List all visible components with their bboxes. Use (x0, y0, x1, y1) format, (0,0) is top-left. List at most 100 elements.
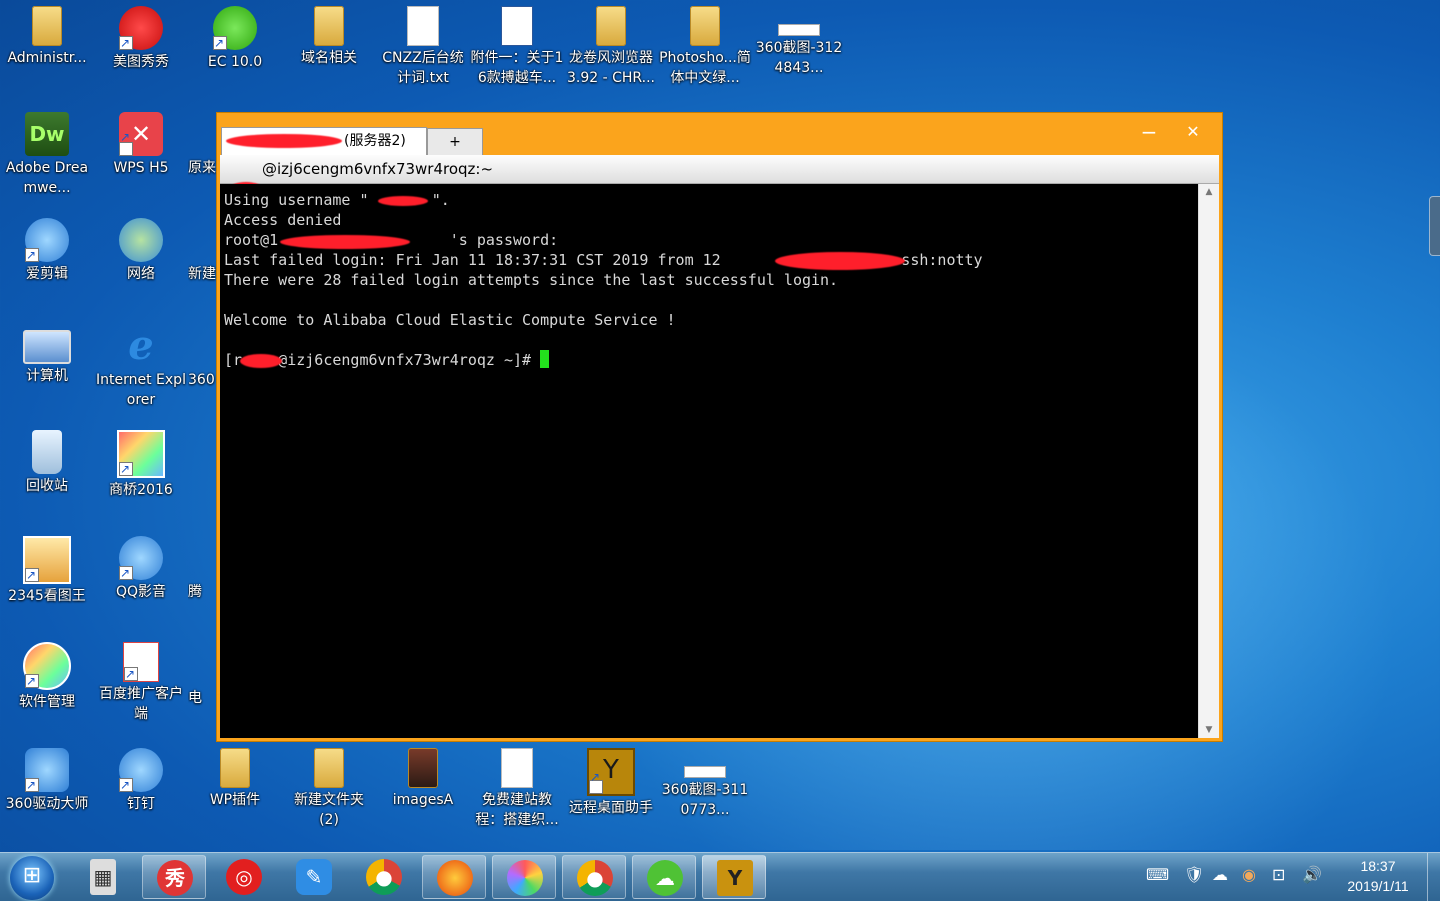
2345-viewer-icon (23, 536, 71, 585)
wechat-icon: ☁ (647, 860, 683, 896)
desktop-icon-network[interactable]: 网络 (94, 212, 188, 284)
terminal-scrollbar[interactable]: ▲ ▼ (1198, 184, 1219, 738)
start-button[interactable]: ⊞ (10, 856, 54, 900)
desktop-icon-new-folder-2[interactable]: 新建文件夹 (2) (282, 742, 376, 830)
desktop-icon-label: 爱剪辑 (26, 266, 68, 282)
desktop-icon-tutorial-video[interactable]: 免费建站教程：搭建织... (470, 742, 564, 830)
window-titlebar[interactable]: (服务器2) + − ✕ (217, 113, 1222, 155)
redaction-mark (378, 196, 428, 206)
tab-label: (服务器2) (344, 133, 406, 149)
desktop-icon-recycle-bin[interactable]: 回收站 (0, 424, 94, 496)
desktop-icon-administrator[interactable]: Administr... (0, 0, 94, 68)
desktop-icon-internet-explorer[interactable]: e Internet Explorer (94, 318, 188, 410)
partial-icon (188, 642, 218, 686)
desktop-icon-partial-2[interactable]: 新建 (188, 212, 218, 284)
show-desktop-button[interactable] (1427, 853, 1440, 901)
terminal-line: There were 28 failed login attempts sinc… (224, 271, 839, 289)
taskbar-photos[interactable] (492, 855, 556, 899)
desktop-icon-driver-master[interactable]: 360驱动大师 (0, 742, 94, 814)
desktop-icon-label: 360截图-3110773... (661, 782, 749, 818)
desktop-icon-imagesa[interactable]: imagesA (376, 742, 470, 810)
tab-server-2[interactable]: (服务器2) (221, 127, 427, 155)
photos-icon (507, 860, 543, 896)
desktop-icon-label: 免费建站教程：搭建织... (475, 792, 559, 828)
taskbar-chrome-2[interactable]: ● (562, 855, 626, 899)
desktop-icon-partial-4[interactable]: 腾 (188, 530, 218, 602)
scroll-down-icon[interactable]: ▼ (1199, 722, 1219, 738)
taskbar-firefox[interactable] (422, 855, 486, 899)
minimize-button[interactable]: − (1129, 119, 1169, 145)
terminal-prompt-line[interactable]: [r @izj6cengm6vnfx73wr4roqz ~]# (224, 350, 1199, 370)
screenshot-icon (778, 24, 820, 36)
plus-icon: + (449, 134, 461, 150)
wps-h5-icon: ✕ (119, 112, 163, 159)
taskbar-netease-music[interactable]: ◎ (212, 855, 276, 899)
desktop-icon-shangqiao[interactable]: 商桥2016 (94, 424, 188, 500)
netease-music-icon: ◎ (226, 859, 262, 895)
desktop-icon-qq-player[interactable]: QQ影音 (94, 530, 188, 602)
dreamweaver-icon: Dw (25, 112, 69, 156)
desktop-icon-computer[interactable]: 计算机 (0, 318, 94, 386)
shield-icon[interactable]: 🛡 (1184, 865, 1204, 884)
desktop-icon-dingtalk[interactable]: 钉钉 (94, 742, 188, 814)
taskbar-wechat[interactable]: ☁ (632, 855, 696, 899)
desktop-icon-remote-desktop[interactable]: Y 远程桌面助手 (564, 742, 658, 818)
chrome-icon: ● (577, 860, 613, 896)
scroll-up-icon[interactable]: ▲ (1199, 184, 1219, 200)
desktop-icon-partial-5[interactable]: 电 (188, 636, 218, 708)
desktop-icon-360-screenshot-1[interactable]: 360截图-3124843... (752, 0, 846, 78)
taskbar-calculator[interactable]: ▦ (72, 855, 136, 899)
keyboard-icon[interactable]: ⌨ (1146, 865, 1169, 884)
desktop-icon-wps-h5[interactable]: ✕ WPS H5 (94, 106, 188, 178)
desktop-icon-photoshop-folder[interactable]: Photosho...简体中文绿... (658, 0, 752, 88)
desktop-icon-cnzz-txt[interactable]: CNZZ后台统计词.txt (376, 0, 470, 88)
taskbar-chrome-1[interactable]: ● (352, 855, 416, 899)
taskbar-notes[interactable]: ✎ (282, 855, 346, 899)
partial-icon (188, 324, 218, 368)
desktop-icon-label: WPS H5 (113, 160, 169, 176)
desktop-icon-label: CNZZ后台统计词.txt (382, 50, 464, 86)
desktop-icon-label: 360 (188, 372, 215, 388)
desktop-icon-ec[interactable]: EC 10.0 (188, 0, 282, 72)
network-icon (119, 218, 163, 262)
floating-widget[interactable] (1429, 196, 1440, 256)
desktop-icon-2345-viewer[interactable]: 2345看图王 (0, 530, 94, 606)
redaction-mark (775, 252, 905, 270)
desktop-icon-partial-1[interactable]: 原来 (188, 106, 218, 178)
desktop-icon-360-screenshot-2[interactable]: 360截图-3110773... (658, 742, 752, 820)
wechat-tray-icon[interactable]: ☁ (1212, 865, 1228, 884)
desktop-icon-domain-folder[interactable]: 域名相关 (282, 0, 376, 68)
terminal-line: Access denied (224, 211, 342, 229)
desktop-icon-meitu[interactable]: 美图秀秀 (94, 0, 188, 72)
desktop-icon-aijianji[interactable]: 爱剪辑 (0, 212, 94, 284)
taskbar-meitu[interactable]: 秀 (142, 855, 206, 899)
desktop-icon-label: imagesA (392, 792, 454, 808)
volume-icon[interactable]: 🔊 (1302, 865, 1322, 884)
computer-icon (23, 330, 71, 364)
meitu-icon (119, 6, 163, 53)
desktop-icon-tornado-browser[interactable]: 龙卷风浏览器3.92 - CHR... (564, 0, 658, 88)
folder-icon (408, 748, 438, 788)
close-button[interactable]: ✕ (1173, 119, 1213, 145)
desktop-icon-label: 网络 (127, 266, 155, 282)
desktop-icon-software-manager[interactable]: 软件管理 (0, 636, 94, 712)
word-doc-icon (501, 6, 533, 46)
system-clock[interactable]: 18:37 2019/1/11 (1328, 856, 1428, 896)
desktop-icon-attachment-doc[interactable]: 附件一：关于16款搏越车... (470, 0, 564, 88)
desktop-icon-label: 新建 (188, 266, 216, 282)
software-manager-icon (23, 642, 71, 691)
desktop-icon-baidu-promo[interactable]: 百度推广客户端 (94, 636, 188, 724)
desktop-icon-wp-plugin[interactable]: WP插件 (188, 742, 282, 810)
ssh-client-window: (服务器2) + − ✕ @izj6cengm6vnfx73wr4roqz:~ … (216, 112, 1223, 742)
network-tray-icon[interactable]: ⊡ (1272, 865, 1285, 884)
desktop-icon-partial-3[interactable]: 360 (188, 318, 218, 390)
taskbar-remote-desktop[interactable]: Y (702, 855, 766, 899)
desktop-icon-label: WP插件 (209, 792, 261, 808)
redaction-mark (280, 235, 410, 249)
new-tab-button[interactable]: + (427, 128, 483, 155)
desktop-icon-dreamweaver[interactable]: Dw Adobe Dreamwe... (0, 106, 94, 198)
audio-app-icon[interactable]: ◉ (1242, 865, 1256, 884)
terminal-output[interactable]: Using username " ". Access denied root@1… (220, 184, 1199, 738)
terminal-line: Welcome to Alibaba Cloud Elastic Compute… (224, 311, 676, 329)
